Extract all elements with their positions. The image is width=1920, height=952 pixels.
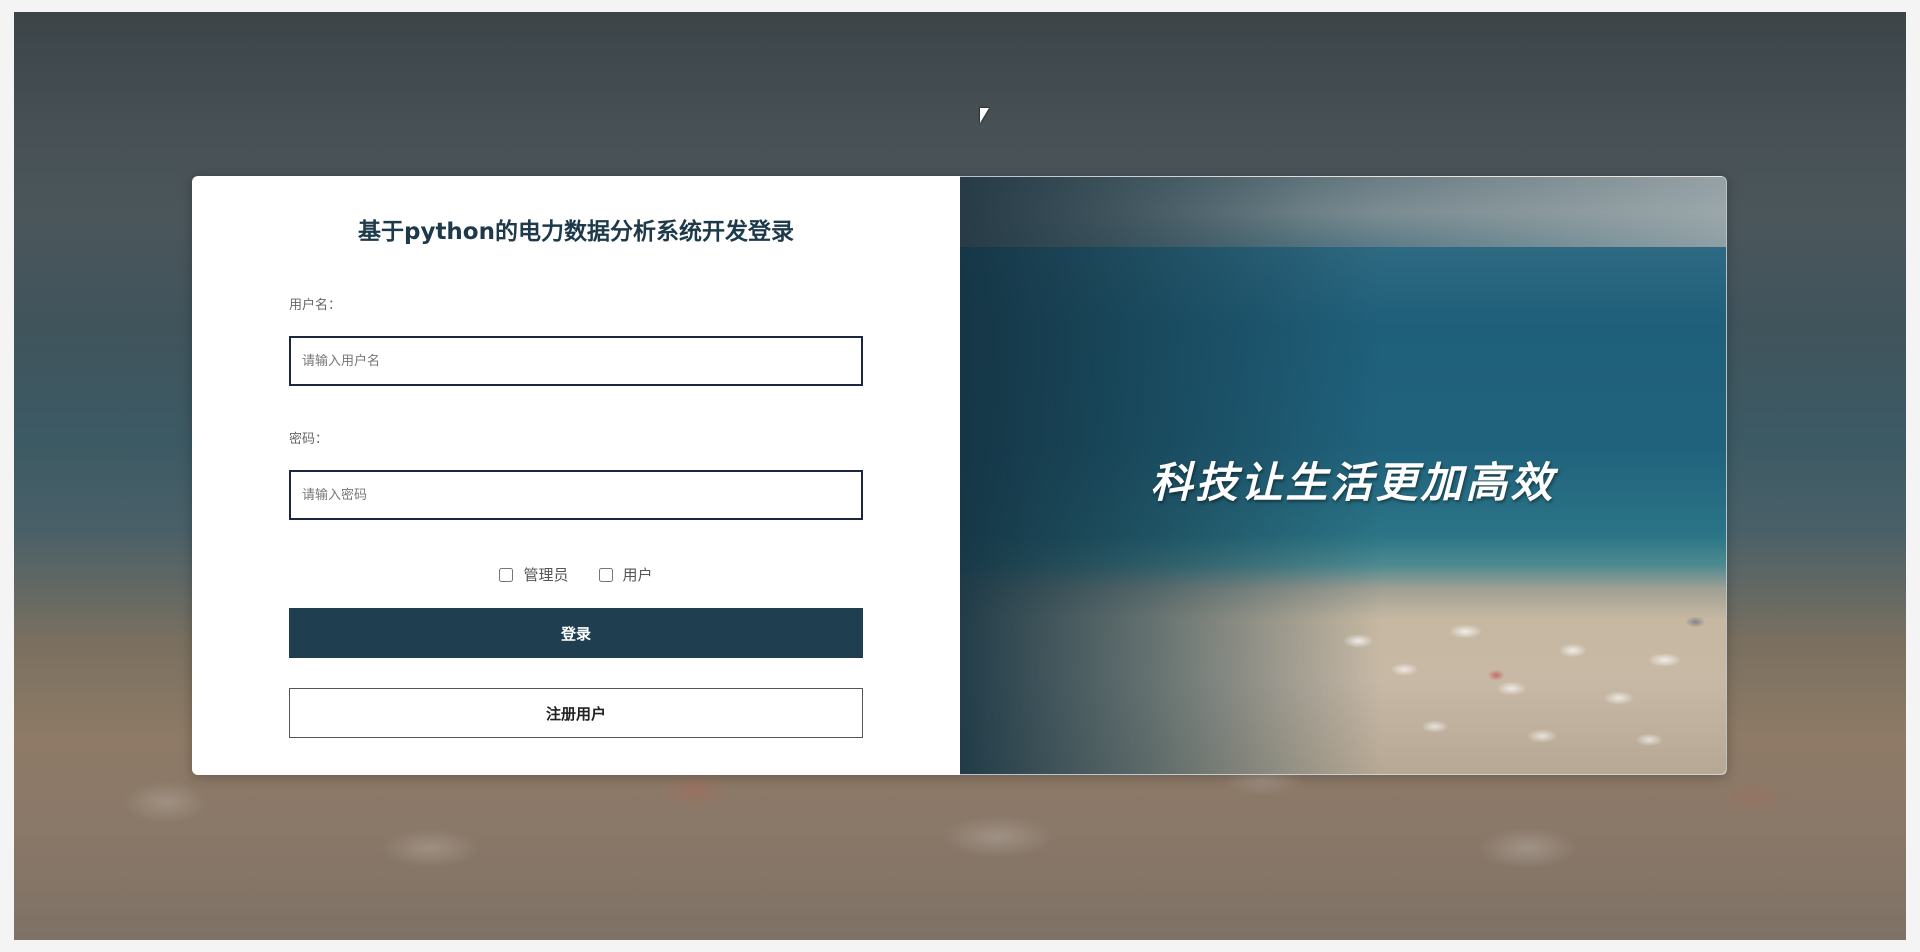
register-button[interactable]: 注册用户 — [289, 688, 863, 738]
page-title: 基于python的电力数据分析系统开发登录 — [357, 219, 794, 245]
role-user-checkbox[interactable] — [598, 567, 613, 582]
login-form-panel: 基于python的电力数据分析系统开发登录 用户名： 密码： 管理员 用户 登录… — [192, 176, 960, 775]
password-label: 密码： — [289, 432, 329, 447]
beach-banner-image: 科技让生活更加高效 — [960, 176, 1727, 775]
username-input[interactable] — [289, 336, 863, 386]
banner-slogan: 科技让生活更加高效 — [1150, 458, 1556, 507]
password-input[interactable] — [289, 470, 863, 520]
role-option-admin[interactable]: 管理员 — [499, 564, 569, 585]
role-selector: 管理员 用户 — [192, 564, 960, 585]
login-button[interactable]: 登录 — [289, 608, 863, 658]
login-card: 基于python的电力数据分析系统开发登录 用户名： 密码： 管理员 用户 登录… — [192, 176, 1727, 775]
username-label: 用户名： — [289, 298, 342, 313]
role-user-label: 用户 — [622, 566, 653, 584]
role-option-user[interactable]: 用户 — [598, 564, 653, 585]
mouse-cursor-icon — [980, 108, 989, 123]
role-admin-label: 管理员 — [523, 566, 569, 584]
role-admin-checkbox[interactable] — [499, 567, 514, 582]
